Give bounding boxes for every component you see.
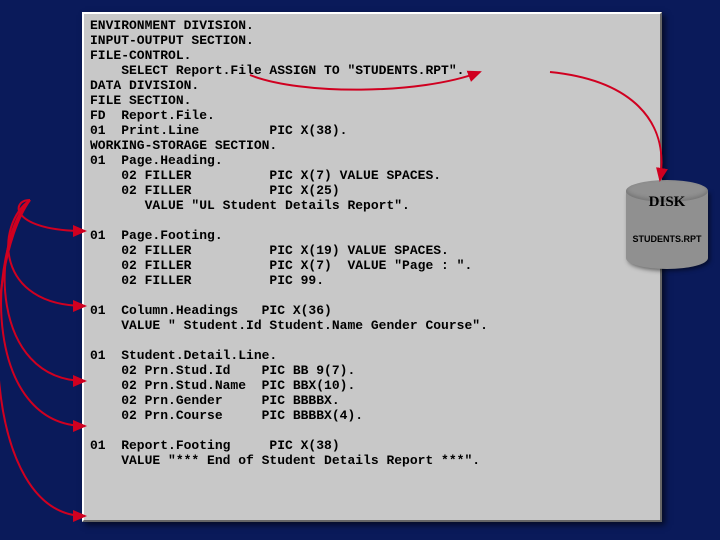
code-line: VALUE "*** End of Student Details Report… [90, 453, 480, 468]
code-line: FD Report.File. [90, 108, 215, 123]
code-line: 02 FILLER PIC X(25) [90, 183, 340, 198]
code-panel: ENVIRONMENT DIVISION. INPUT-OUTPUT SECTI… [82, 12, 662, 522]
code-line: DATA DIVISION. [90, 78, 199, 93]
code-line: 01 Column.Headings PIC X(36) [90, 303, 332, 318]
code-line: 01 Page.Heading. [90, 153, 223, 168]
disk-filename: STUDENTS.RPT [626, 234, 708, 244]
code-line: 02 Prn.Stud.Id PIC BB 9(7). [90, 363, 355, 378]
code-line: WORKING-STORAGE SECTION. [90, 138, 277, 153]
code-line: 01 Print.Line PIC X(38). [90, 123, 347, 138]
code-line: INPUT-OUTPUT SECTION. [90, 33, 254, 48]
code-line: 02 FILLER PIC X(7) VALUE SPACES. [90, 168, 441, 183]
code-line: 01 Page.Footing. [90, 228, 223, 243]
arrow-left-4 [1, 200, 85, 426]
code-line: 02 Prn.Course PIC BBBBX(4). [90, 408, 363, 423]
code-line: 02 Prn.Stud.Name PIC BBX(10). [90, 378, 355, 393]
arrow-left-5 [0, 200, 85, 516]
disk-cylinder: DISK STUDENTS.RPT [626, 180, 708, 280]
arrow-left-3 [5, 200, 85, 381]
code-line: FILE-CONTROL. [90, 48, 191, 63]
code-line: VALUE " Student.Id Student.Name Gender C… [90, 318, 488, 333]
code-block: ENVIRONMENT DIVISION. INPUT-OUTPUT SECTI… [90, 18, 654, 468]
arrow-left-1 [19, 200, 85, 231]
code-line: 02 FILLER PIC X(19) VALUE SPACES. [90, 243, 449, 258]
code-line: 02 FILLER PIC 99. [90, 273, 324, 288]
code-line: 02 FILLER PIC X(7) VALUE "Page : ". [90, 258, 472, 273]
code-line: 01 Report.Footing PIC X(38) [90, 438, 340, 453]
code-line: 01 Student.Detail.Line. [90, 348, 277, 363]
arrow-left-2 [8, 200, 85, 306]
code-line: FILE SECTION. [90, 93, 191, 108]
code-line: 02 Prn.Gender PIC BBBBX. [90, 393, 340, 408]
code-line: VALUE "UL Student Details Report". [90, 198, 410, 213]
code-line: SELECT Report.File ASSIGN TO "STUDENTS.R… [90, 63, 464, 78]
disk-label: DISK [626, 194, 708, 211]
code-line: ENVIRONMENT DIVISION. [90, 18, 254, 33]
